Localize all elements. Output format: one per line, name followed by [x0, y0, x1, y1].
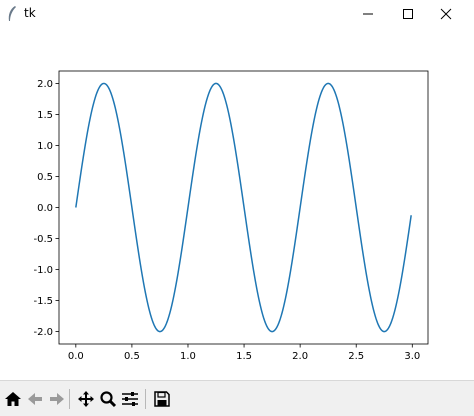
x-tick-label: 2.0	[292, 351, 308, 362]
y-tick-label: -0.5	[33, 234, 53, 245]
magnifier-icon	[99, 390, 116, 407]
arrow-right-icon	[49, 392, 64, 405]
x-tick-label: 1.0	[180, 351, 196, 362]
configure-subplots-button[interactable]	[119, 388, 140, 409]
toolbar-separator	[145, 389, 146, 409]
y-tick-label: -2.0	[33, 327, 53, 338]
title-bar: tk	[0, 0, 474, 28]
maximize-button[interactable]	[388, 0, 428, 28]
minimize-button[interactable]	[348, 0, 388, 28]
forward-button[interactable]	[46, 388, 67, 409]
close-icon	[440, 8, 452, 20]
chart: 0.0 0.5 1.0 1.5 2.0 2.5 3.0 -2.0 -1.5 -1.0 -0.5 0.…	[33, 70, 429, 362]
maximize-icon	[403, 9, 413, 19]
figure-canvas[interactable]: 0.0 0.5 1.0 1.5 2.0 2.5 3.0 -2.0 -1.5 -1.0 -0.5 0.…	[0, 28, 474, 380]
toolbar-separator	[69, 389, 70, 409]
window-title: tk	[24, 6, 36, 20]
x-tick-label: 2.5	[348, 351, 364, 362]
save-button[interactable]	[151, 388, 172, 409]
y-tick-label: 1.0	[37, 141, 53, 152]
back-button[interactable]	[24, 388, 45, 409]
floppy-disk-icon	[153, 390, 170, 407]
y-tick-label: 0.0	[37, 203, 53, 214]
x-tick-label: 1.5	[236, 351, 252, 362]
y-tick-label: -1.0	[33, 265, 53, 276]
y-tick-label: 1.5	[37, 110, 53, 121]
y-tick-label: -1.5	[33, 296, 53, 307]
move-icon	[77, 390, 94, 407]
x-tick-label: 3.0	[404, 351, 420, 362]
home-icon	[4, 391, 21, 406]
y-tick-label: 0.5	[37, 172, 53, 183]
feather-icon	[8, 6, 16, 21]
x-tick-label: 0.5	[124, 351, 140, 362]
close-button[interactable]	[426, 0, 466, 28]
home-button[interactable]	[2, 388, 23, 409]
navigation-toolbar	[0, 380, 474, 416]
sine-series-line	[75, 82, 412, 333]
arrow-left-icon	[27, 392, 42, 405]
y-tick-label: 2.0	[37, 79, 53, 90]
zoom-button[interactable]	[97, 388, 118, 409]
pan-button[interactable]	[75, 388, 96, 409]
minimize-icon	[363, 13, 373, 15]
sliders-icon	[121, 391, 138, 406]
x-tick-label: 0.0	[68, 351, 84, 362]
